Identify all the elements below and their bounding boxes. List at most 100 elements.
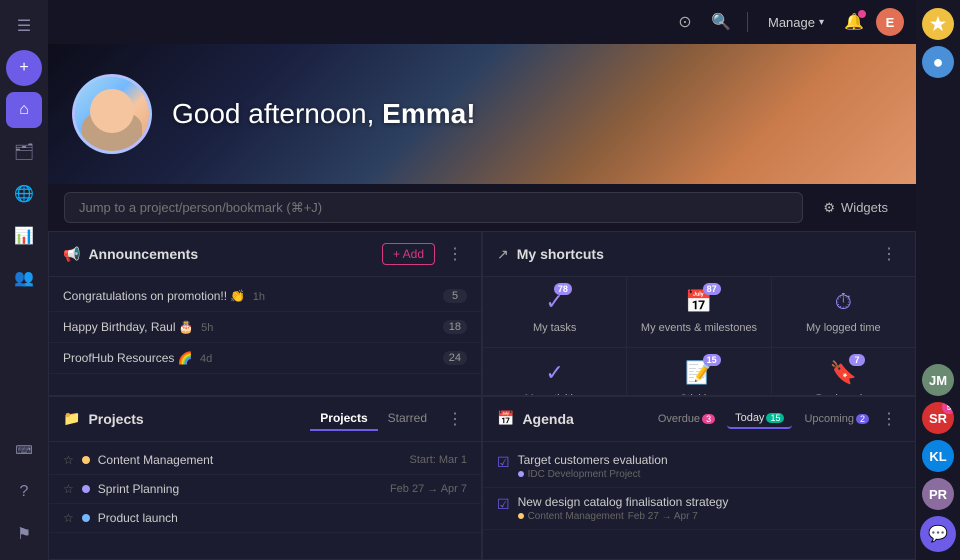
globe-icon: 🌐 xyxy=(14,184,34,204)
list-item[interactable]: ProofHub Resources 🌈 4d 24 xyxy=(49,343,481,374)
agenda-tabs: Overdue3 Today15 Upcoming2 xyxy=(650,409,877,429)
shortcut-icon-logged-time: ⏱ xyxy=(835,289,852,315)
project-name: Sprint Planning xyxy=(98,482,382,496)
divider xyxy=(747,12,748,32)
shortcut-my-tasks[interactable]: ✓ 78 My tasks xyxy=(483,277,626,347)
right-avatar-yellow[interactable]: ★ xyxy=(922,8,954,40)
agenda-project-name: Content Management xyxy=(528,511,624,522)
menu-icon: ☰ xyxy=(17,16,31,36)
table-row[interactable]: ☆ Content Management Start: Mar 1 xyxy=(49,446,481,475)
agenda-date: Feb 27 → Apr 7 xyxy=(628,511,698,522)
announcements-add-button[interactable]: + Add xyxy=(382,243,435,265)
sidebar-item-projects[interactable]: 🗂 xyxy=(6,134,42,170)
shortcut-icon-bookmarks: 🔖 7 xyxy=(830,360,857,386)
help-circle-icon[interactable]: ⊙ xyxy=(671,8,699,36)
tab-overdue[interactable]: Overdue3 xyxy=(650,410,723,428)
star-icon[interactable]: ☆ xyxy=(63,511,74,525)
widgets-label: Widgets xyxy=(841,200,888,215)
sidebar-item-menu[interactable]: ☰ xyxy=(6,8,42,44)
projects-menu-icon[interactable]: ⋮ xyxy=(443,407,467,431)
list-item[interactable]: Congratulations on promotion!! 👏 1h 5 xyxy=(49,281,481,312)
announcements-menu-icon[interactable]: ⋮ xyxy=(443,242,467,266)
shortcut-stickies[interactable]: 📝 15 Stickies xyxy=(627,348,770,395)
right-avatar-blue[interactable]: ● xyxy=(922,46,954,78)
star-icon[interactable]: ☆ xyxy=(63,453,74,467)
agenda-menu-icon[interactable]: ⋮ xyxy=(877,407,901,431)
shortcut-icon-events: 📅 87 xyxy=(685,289,712,315)
right-avatar-2[interactable]: SR 5 xyxy=(922,402,954,434)
table-row[interactable]: ☆ Sprint Planning Feb 27 → Apr 7 xyxy=(49,475,481,504)
chat-button[interactable]: 💬 xyxy=(920,516,956,552)
shortcut-logged-time[interactable]: ⏱ My logged time xyxy=(772,277,915,347)
task-check-icon: ☑ xyxy=(497,496,510,513)
announcement-count: 24 xyxy=(443,351,467,365)
agenda-project-name: IDC Development Project xyxy=(528,469,641,480)
right-avatar-3[interactable]: KL xyxy=(922,440,954,472)
sidebar-item-people[interactable]: 👥 xyxy=(6,260,42,296)
announcement-time: 1h xyxy=(253,291,265,303)
user-avatar-top[interactable]: E xyxy=(876,8,904,36)
shortcuts-grid: ✓ 78 My tasks 📅 87 My events & milestone… xyxy=(483,277,915,396)
help-icon: ? xyxy=(20,483,29,501)
search-input[interactable] xyxy=(64,192,803,223)
notifications-button[interactable]: 🔔 xyxy=(840,8,868,36)
shortcut-label-events: My events & milestones xyxy=(641,321,757,335)
shortcut-activities[interactable]: ✓ My activities xyxy=(483,348,626,395)
right-avatar-4[interactable]: PR xyxy=(922,478,954,510)
chat-icon: 💬 xyxy=(928,524,948,544)
announcement-text: ProofHub Resources 🌈 4d xyxy=(63,351,435,365)
project-name: Content Management xyxy=(98,453,402,467)
agenda-task-name: Target customers evaluation xyxy=(518,453,901,467)
sidebar-item-network[interactable]: 🌐 xyxy=(6,176,42,212)
gear-icon: ⚙ xyxy=(823,200,835,216)
tab-starred[interactable]: Starred xyxy=(378,407,437,431)
hero-section: Good afternoon, Emma! xyxy=(48,44,916,184)
agenda-header: 📅 Agenda Overdue3 Today15 Upcoming2 ⋮ xyxy=(483,397,915,442)
sidebar-item-flag[interactable]: ⚑ xyxy=(6,516,42,552)
star-icon[interactable]: ☆ xyxy=(63,482,74,496)
right-avatar-1[interactable]: JM xyxy=(922,364,954,396)
home-icon: ⌂ xyxy=(19,101,29,119)
list-item[interactable]: Happy Birthday, Raul 🎂 5h 18 xyxy=(49,312,481,343)
tab-today[interactable]: Today15 xyxy=(727,409,792,429)
table-row[interactable]: ☆ Product launch xyxy=(49,504,481,533)
sidebar-item-home[interactable]: ⌂ xyxy=(6,92,42,128)
search-bar-row: ⚙ Widgets xyxy=(48,184,916,231)
tab-projects[interactable]: Projects xyxy=(310,407,377,431)
sidebar-item-help[interactable]: ? xyxy=(6,474,42,510)
hero-greeting-area: Good afternoon, Emma! xyxy=(172,98,476,130)
list-item[interactable]: ☑ New design catalog finalisation strate… xyxy=(483,488,915,530)
shortcuts-menu-icon[interactable]: ⋮ xyxy=(877,242,901,266)
project-color-dot xyxy=(82,514,90,522)
add-icon: + xyxy=(19,59,28,77)
right-panel: ★ ● JM SR 5 KL PR 💬 xyxy=(916,0,960,560)
main-content: ⊙ 🔍 Manage ▾ 🔔 E xyxy=(48,0,916,560)
announcements-widget: 📢 Announcements + Add ⋮ Congratulations … xyxy=(48,231,482,396)
sidebar-item-add[interactable]: + xyxy=(6,50,42,86)
chart-icon: 📊 xyxy=(14,226,34,246)
announcement-count: 5 xyxy=(443,289,467,303)
announcement-text: Happy Birthday, Raul 🎂 5h xyxy=(63,320,435,334)
shortcut-bookmarks[interactable]: 🔖 7 Bookmarks xyxy=(772,348,915,395)
announcement-time: 4d xyxy=(200,353,212,365)
sidebar-item-reports[interactable]: 📊 xyxy=(6,218,42,254)
tab-upcoming[interactable]: Upcoming2 xyxy=(796,410,877,428)
top-bar: ⊙ 🔍 Manage ▾ 🔔 E xyxy=(48,0,916,44)
search-icon[interactable]: 🔍 xyxy=(707,8,735,36)
shortcut-icon-stickies: 📝 15 xyxy=(685,360,712,386)
announcements-header: 📢 Announcements + Add ⋮ xyxy=(49,232,481,277)
shortcut-label-logged-time: My logged time xyxy=(806,321,881,335)
people-icon: 👥 xyxy=(14,268,34,288)
manage-button[interactable]: Manage ▾ xyxy=(760,11,832,34)
widgets-button[interactable]: ⚙ Widgets xyxy=(811,194,900,222)
sidebar-item-keyboard[interactable]: ⌨ xyxy=(6,432,42,468)
announcement-time: 5h xyxy=(201,322,213,334)
list-item[interactable]: ☑ Target customers evaluation IDC Develo… xyxy=(483,446,915,488)
announcement-text: Congratulations on promotion!! 👏 1h xyxy=(63,289,435,303)
announcements-icon: 📢 xyxy=(63,246,80,263)
notification-badge xyxy=(858,10,866,18)
agenda-project: Content Management Feb 27 → Apr 7 xyxy=(518,511,901,522)
project-color-dot xyxy=(82,485,90,493)
shortcut-events[interactable]: 📅 87 My events & milestones xyxy=(627,277,770,347)
projects-folder-icon: 📁 xyxy=(63,410,80,427)
